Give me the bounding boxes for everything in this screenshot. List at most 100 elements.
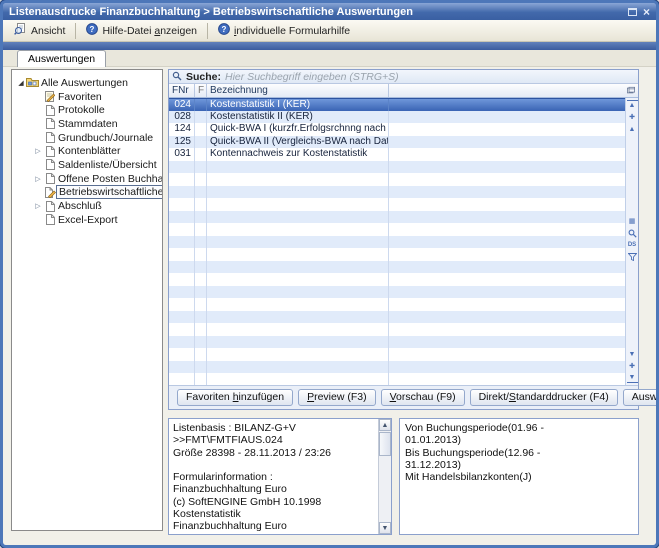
table-row-empty (169, 198, 625, 211)
table-row[interactable]: 125Quick-BWA II (Vergleichs-BWA nach Dat… (169, 136, 625, 149)
tree-item-label: Excel-Export (56, 214, 120, 226)
table-row-empty (169, 186, 625, 199)
add-record-bottom-icon[interactable]: ✚ (627, 361, 638, 371)
cell-fill (389, 223, 625, 236)
cell-bez (207, 236, 389, 249)
toolbar-button-label: Ansicht (31, 25, 65, 37)
tab-auswertungen[interactable]: Auswertungen (17, 50, 106, 67)
column-header-fnr[interactable]: FNr (169, 84, 195, 97)
label-pre: Hilfe-Datei (102, 25, 154, 37)
tree-item-alle-auswertungen[interactable]: ◢Alle Auswertungen (12, 76, 162, 90)
tree-item-stammdaten[interactable]: Stammdaten (12, 117, 162, 131)
tree-item-favoriten[interactable]: Favoriten (12, 90, 162, 104)
label-post: ndividuelle Formularhilfe (236, 25, 350, 37)
cell-fill (389, 161, 625, 174)
reports-folder-icon (26, 77, 39, 88)
cell-f (195, 311, 207, 324)
cell-fill (389, 298, 625, 311)
cell-f (195, 186, 207, 199)
form-info-box: Listenbasis : BILANZ-G+V>>FMT\FMTFIAUS.0… (168, 418, 392, 535)
info-line (173, 459, 374, 471)
cell-bez (207, 248, 389, 261)
action-button-bar: Favoriten hinzufügen Preview (F3) Vorschau… (169, 385, 638, 409)
expander-collapsed-icon[interactable]: ▷ (33, 147, 43, 155)
tree-item-grundbuch-journale[interactable]: Grundbuch/Journale (12, 131, 162, 145)
table-row-empty (169, 298, 625, 311)
button-auswertung-drucken[interactable]: Auswertung drucken (623, 389, 659, 406)
svg-text:?: ? (222, 25, 227, 34)
tree-item-label: Protokolle (56, 104, 107, 116)
button-vorschau-f9[interactable]: Vorschau (F9) (381, 389, 465, 406)
table-row-empty (169, 311, 625, 324)
label-accel: S (509, 391, 516, 403)
tree-item-betriebswirtschaftliche-auswertungen[interactable]: Betriebswirtschaftliche Auswertungen (12, 186, 162, 200)
column-header-bezeichnung[interactable]: Bezeichnung (207, 84, 389, 97)
cell-f (195, 261, 207, 274)
expander-collapsed-icon[interactable]: ▷ (33, 175, 43, 183)
cell-fill (389, 211, 625, 224)
close-icon[interactable]: × (643, 7, 650, 17)
cell-fill (389, 148, 625, 161)
cell-fnr (169, 323, 195, 336)
restore-window-icon[interactable] (628, 8, 637, 16)
cell-fill (389, 311, 625, 324)
tree-item-excel-export[interactable]: Excel-Export (12, 213, 162, 227)
grid-rows: 024Kostenstatistik I (KER)028Kostenstati… (169, 98, 625, 385)
table-row[interactable]: 031Kontennachweis zur Kostenstatistik (169, 148, 625, 161)
tree-item-abschlu-[interactable]: ▷Abschluß (12, 199, 162, 213)
expander-collapsed-icon[interactable]: ▷ (33, 202, 43, 210)
cell-fnr: 125 (169, 136, 195, 149)
cell-bez (207, 161, 389, 174)
cell-fnr (169, 211, 195, 224)
button-favoriten-hinzufügen[interactable]: Favoriten hinzufügen (177, 389, 293, 406)
parameter-value: (12.96 - (504, 447, 634, 459)
table-row[interactable]: 028Kostenstatistik II (KER) (169, 111, 625, 124)
cell-f (195, 298, 207, 311)
cell-fill (389, 336, 625, 349)
cell-fnr (169, 361, 195, 374)
grid-view-icon[interactable]: ▦ (627, 216, 638, 226)
toolbar-button-hilfe-datei-anzeigen[interactable]: ? Hilfe-Datei anzeigen (79, 20, 204, 41)
scroll-up-icon[interactable]: ▲ (627, 124, 638, 134)
parameter-value: (J) (519, 471, 639, 483)
help-icon: ? (86, 23, 98, 38)
tree-item-kontenblätter[interactable]: ▷Kontenblätter (12, 144, 162, 158)
toolbar-button-label: Hilfe-Datei anzeigen (102, 25, 197, 37)
scroll-up-arrow-icon[interactable]: ▲ (379, 419, 391, 431)
tree-item-saldenliste-übersicht[interactable]: Saldenliste/Übersicht (12, 158, 162, 172)
table-row-empty (169, 211, 625, 224)
parameter-label: Von Buchungsperiode (405, 422, 508, 434)
cell-fnr (169, 298, 195, 311)
column-picker-icon[interactable] (624, 84, 638, 97)
column-header-f[interactable]: F (195, 84, 207, 97)
scroll-down-icon[interactable]: ▼ (627, 349, 638, 359)
table-row-empty (169, 348, 625, 361)
first-record-icon[interactable]: ▲ (627, 100, 638, 110)
filter-icon[interactable] (627, 252, 638, 262)
scroll-down-arrow-icon[interactable]: ▼ (379, 522, 391, 534)
table-row[interactable]: 124Quick-BWA I (kurzfr.Erfolgsrchnng nac… (169, 123, 625, 136)
toolbar-button-individuelle-formularhilfe[interactable]: ?individuelle Formularhilfe (211, 20, 357, 41)
cell-fill (389, 136, 625, 149)
table-row[interactable]: 024Kostenstatistik I (KER) (169, 98, 625, 111)
tree-item-offene-posten-buchhaltung[interactable]: ▷Offene Posten Buchhaltung (12, 172, 162, 186)
tree-item-protokolle[interactable]: Protokolle (12, 103, 162, 117)
last-record-icon[interactable]: ▼ (627, 373, 638, 383)
table-row-empty (169, 273, 625, 286)
cell-f (195, 323, 207, 336)
button-direkt-standarddrucker-f4[interactable]: Direkt/Standarddrucker (F4) (470, 389, 618, 406)
cell-fnr (169, 198, 195, 211)
search-record-icon[interactable] (627, 228, 638, 238)
search-input[interactable] (225, 71, 635, 83)
scrollbar-thumb[interactable] (379, 432, 391, 456)
button-preview-f3[interactable]: Preview (F3) (298, 389, 376, 406)
toolbar-button-ansicht[interactable]: Ansicht (7, 20, 72, 41)
dataset-info-icon[interactable]: DS (627, 240, 638, 250)
cell-fnr: 024 (169, 99, 195, 111)
cell-fill (389, 261, 625, 274)
cell-bez (207, 223, 389, 236)
expander-expanded-icon[interactable]: ◢ (16, 79, 26, 87)
info-line: (c) SoftENGINE GmbH 09.1998 (173, 533, 374, 534)
label-pre: Favoriten (186, 391, 233, 403)
add-record-icon[interactable]: ✚ (627, 112, 638, 122)
